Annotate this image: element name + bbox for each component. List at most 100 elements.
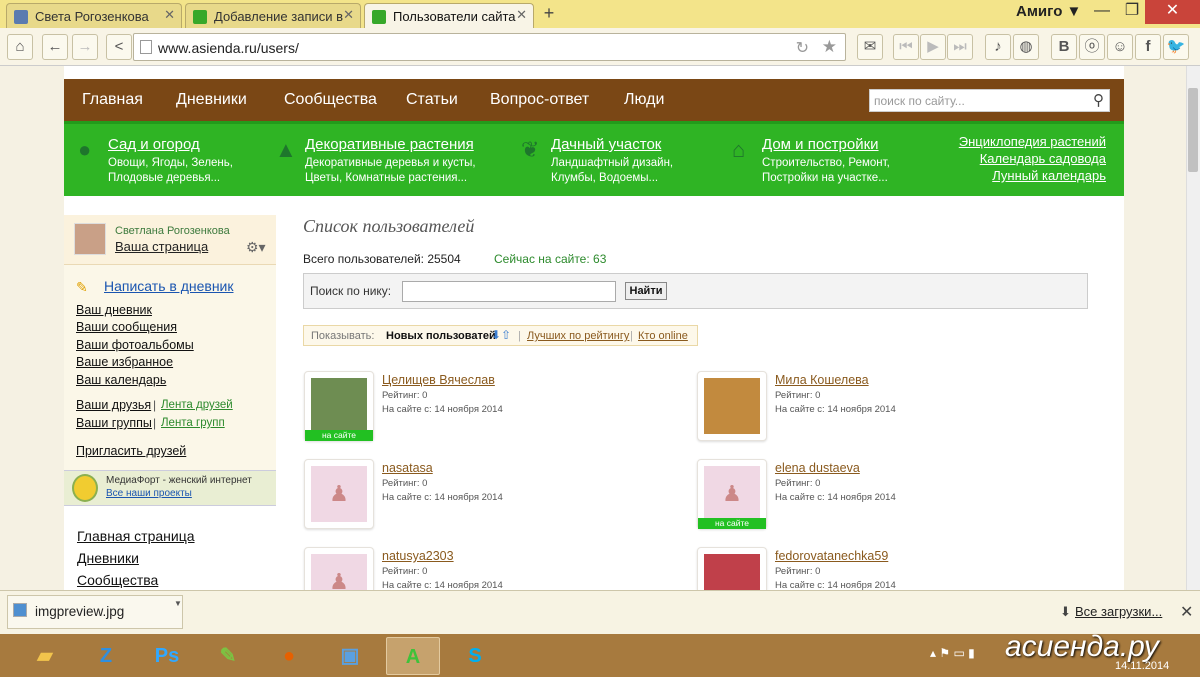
sidebar-diary[interactable]: Ваш дневник	[76, 303, 152, 317]
sidebar-groups-feed[interactable]: Лента групп	[161, 417, 225, 429]
twitter-icon[interactable]: 🐦	[1163, 34, 1189, 60]
next-track-icon[interactable]: ⏭	[947, 34, 973, 60]
back-icon[interactable]: ←	[42, 34, 68, 60]
user-name-link[interactable]: natusya2303	[382, 549, 454, 563]
all-downloads-link[interactable]: Все загрузки...	[1075, 604, 1162, 619]
document-app-icon[interactable]: ✎	[201, 637, 255, 675]
music-icon[interactable]: ♪	[985, 34, 1011, 60]
nav-people[interactable]: Люди	[624, 91, 664, 109]
sidebar-calendar[interactable]: Ваш календарь	[76, 373, 166, 387]
photoshop-icon[interactable]: Ps	[140, 637, 194, 675]
nav-diaries[interactable]: Дневники	[176, 91, 247, 109]
facebook-icon[interactable]: f	[1135, 34, 1161, 60]
nav-articles[interactable]: Статьи	[406, 91, 458, 109]
link-encyclopedia[interactable]: Энциклопедия растений	[959, 134, 1106, 149]
reload-icon[interactable]: ↻	[796, 38, 809, 58]
nav-home[interactable]: Главная	[82, 91, 143, 109]
moimir-icon[interactable]: ☺	[1107, 34, 1133, 60]
user-avatar-card[interactable]	[697, 547, 767, 591]
chat-icon[interactable]: ◍	[1013, 34, 1039, 60]
window-close-icon[interactable]: ✕	[1145, 0, 1200, 24]
user-name-link[interactable]: Мила Кошелева	[775, 373, 869, 387]
tomato-icon: ●	[78, 137, 92, 162]
mail-icon[interactable]: ✉	[857, 34, 883, 60]
search-icon[interactable]: ⚲	[1093, 91, 1104, 109]
user-since: На сайте с: 14 ноября 2014	[775, 404, 896, 415]
play-icon[interactable]: ▶	[920, 34, 946, 60]
maximize-icon[interactable]: ❐	[1117, 0, 1147, 24]
file-explorer-icon[interactable]: ▰	[18, 637, 72, 675]
sidebar-messages[interactable]: Ваши сообщения	[76, 320, 177, 334]
write-diary-link[interactable]: Написать в дневник	[104, 278, 234, 294]
zoner-icon[interactable]: Z	[79, 637, 133, 675]
close-icon[interactable]: ✕	[516, 7, 527, 23]
my-page-link[interactable]: Ваша страница	[115, 239, 208, 254]
filter-best-rating[interactable]: Лучших по рейтингу	[527, 330, 629, 342]
site-search-input[interactable]: поиск по сайту... ⚲	[869, 89, 1110, 112]
user-name-link[interactable]: nasatasa	[382, 461, 433, 475]
prev-track-icon[interactable]: ⏮	[893, 34, 919, 60]
sidebar-favorites[interactable]: Ваше избранное	[76, 355, 173, 369]
vk-icon[interactable]: В	[1051, 34, 1077, 60]
sidebar-groups[interactable]: Ваши группы	[76, 416, 152, 430]
category-dacha[interactable]: ❦ Дачный участок Ландшафтный дизайн, Клу…	[521, 136, 673, 186]
gear-icon[interactable]: ⚙▾	[246, 239, 266, 256]
category-house[interactable]: ⌂ Дом и постройки Строительство, Ремонт,…	[732, 136, 890, 186]
share-icon[interactable]: <	[106, 34, 132, 60]
bottom-link-diaries[interactable]: Дневники	[77, 550, 139, 566]
system-tray[interactable]: ▴ ⚑ ▭ ▮	[930, 646, 975, 660]
user-avatar-card[interactable]: ♟	[304, 459, 374, 529]
bottom-link-home[interactable]: Главная страница	[77, 528, 195, 544]
user-avatar-card[interactable]: ♟ на сайте	[697, 459, 767, 529]
user-name[interactable]: Светлана Рогозенкова	[115, 225, 230, 237]
sidebar-albums[interactable]: Ваши фотоальбомы	[76, 338, 194, 352]
mediafort-projects-link[interactable]: Все наши проекты	[106, 488, 192, 499]
tab-add-record[interactable]: Добавление записи в ✕	[185, 3, 361, 28]
sidebar-friends-feed[interactable]: Лента друзей	[161, 399, 233, 411]
browser-brand-menu[interactable]: Амиго ▼	[1016, 3, 1081, 20]
close-icon[interactable]: ✕	[164, 7, 175, 23]
skype-icon[interactable]: S	[448, 637, 502, 675]
amigo-browser-icon[interactable]: A	[386, 637, 440, 675]
user-avatar-card[interactable]: на сайте	[304, 371, 374, 441]
clock-date[interactable]: 14.11.2014	[1115, 660, 1169, 672]
nav-qa[interactable]: Вопрос-ответ	[490, 91, 589, 109]
total-users: Всего пользователей: 25504	[303, 252, 461, 266]
avatar[interactable]	[74, 223, 106, 255]
home-icon[interactable]: ⌂	[7, 34, 33, 60]
forward-icon[interactable]: →	[72, 34, 98, 60]
link-gardener-calendar[interactable]: Календарь садовода	[980, 151, 1106, 166]
close-icon[interactable]: ✕	[1180, 602, 1193, 622]
user-name-link[interactable]: Целищев Вячеслав	[382, 373, 495, 387]
user-avatar-card[interactable]: ♟	[304, 547, 374, 594]
find-button[interactable]: Найти	[625, 282, 667, 300]
nick-search-input[interactable]	[402, 281, 616, 302]
user-avatar-card[interactable]	[697, 371, 767, 441]
user-name-link[interactable]: elena dustaeva	[775, 461, 860, 475]
chevron-down-icon[interactable]: ▼	[174, 599, 182, 608]
star-icon[interactable]: ★	[822, 37, 837, 57]
user-name-link[interactable]: fedorovatanechka59	[775, 549, 888, 563]
filter-new-users[interactable]: Новых пользоватей	[386, 330, 496, 342]
category-decorative[interactable]: ▲ Декоративные растения Декоративные дер…	[275, 136, 476, 186]
sidebar-invite[interactable]: Пригласить друзей	[76, 444, 186, 458]
minimize-icon[interactable]: —	[1087, 0, 1117, 24]
scrollbar-thumb[interactable]	[1188, 88, 1198, 172]
close-icon[interactable]: ✕	[343, 7, 354, 23]
sidebar-friends[interactable]: Ваши друзья	[76, 398, 151, 412]
odnoklassniki-icon[interactable]: ⓞ	[1079, 34, 1105, 60]
new-tab-button[interactable]: +	[535, 3, 563, 25]
category-garden[interactable]: ● Сад и огород Овощи, Ягоды, Зелень, Пло…	[78, 136, 233, 186]
filter-online[interactable]: Кто online	[638, 330, 688, 342]
bottom-link-communities[interactable]: Сообщества	[77, 572, 158, 588]
address-bar[interactable]: www.asienda.ru/users/ ↻ ★	[133, 33, 846, 61]
download-file-name[interactable]: imgpreview.jpg	[35, 604, 124, 619]
firefox-icon[interactable]: ●	[262, 637, 316, 675]
nav-communities[interactable]: Сообщества	[284, 91, 377, 109]
photo-viewer-icon[interactable]: ▣	[323, 637, 377, 675]
tree-icon: ▲	[275, 137, 297, 162]
link-lunar-calendar[interactable]: Лунный календарь	[992, 168, 1106, 183]
tab-users[interactable]: Пользователи сайта ✕	[364, 3, 534, 28]
tab-sveta[interactable]: Света Рогозенкова ✕	[6, 3, 182, 28]
sort-arrow-icon[interactable]: ⬇⇧	[491, 328, 511, 342]
